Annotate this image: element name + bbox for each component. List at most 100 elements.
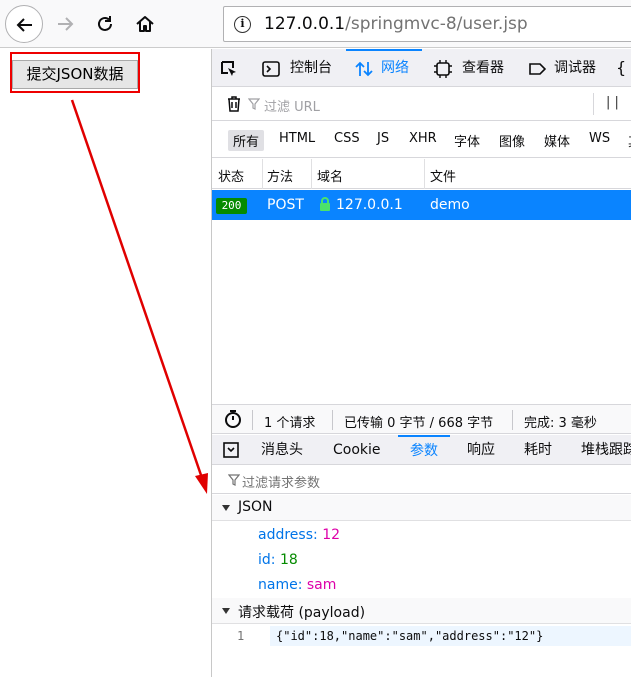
type-media[interactable]: 媒体 xyxy=(544,131,570,150)
type-font[interactable]: 字体 xyxy=(454,131,480,150)
param-value: sam xyxy=(306,577,337,593)
tab-stack-trace[interactable]: 堆栈跟踪 xyxy=(581,435,631,465)
tab-console[interactable]: 控制台 xyxy=(254,49,336,87)
request-type-filter: 所有 HTML CSS JS XHR 字体 图像 媒体 WS 其 xyxy=(212,122,631,158)
type-html[interactable]: HTML xyxy=(279,131,315,146)
browser-toolbar: i 127.0.0.1/springmvc-8/user.jsp xyxy=(0,0,631,48)
column-divider xyxy=(311,159,312,189)
info-icon[interactable]: i xyxy=(234,16,251,33)
tab-cookie[interactable]: Cookie xyxy=(333,435,381,465)
param-row-id: id: 18 xyxy=(258,552,298,568)
request-detail-tabs: 消息头 Cookie 参数 响应 耗时 堆栈跟踪 xyxy=(212,435,631,465)
payload-section-label: 请求载荷 (payload) xyxy=(238,605,366,621)
reload-button[interactable] xyxy=(86,5,124,43)
payload-code-row: 1 {"id":18,"name":"sam","address":"12"} xyxy=(212,626,631,648)
reload-icon xyxy=(98,16,112,31)
request-method: POST xyxy=(267,197,304,213)
debugger-icon xyxy=(529,63,546,75)
tab-inspector[interactable]: 查看器 xyxy=(426,49,516,87)
arrow-left-icon xyxy=(16,18,32,32)
console-icon xyxy=(262,61,280,77)
divider xyxy=(593,93,594,115)
param-value: 12 xyxy=(322,527,341,543)
type-image[interactable]: 图像 xyxy=(499,131,525,150)
json-section-header[interactable]: JSON xyxy=(212,495,631,521)
network-summary-bar: 1 个请求 已传输 0 字节 / 668 字节 完成: 3 毫秒 xyxy=(212,404,631,434)
back-button[interactable] xyxy=(5,5,43,43)
tab-inspector-label: 查看器 xyxy=(462,60,504,76)
collapse-triangle-icon xyxy=(222,505,230,511)
param-filter-input[interactable]: 过滤请求参数 xyxy=(242,472,320,491)
devtools-panel: 控制台 网络 查看器 调试器 { 过滤 URL | | 所有 HTML CSS … xyxy=(211,49,631,677)
type-xhr[interactable]: XHR xyxy=(409,131,437,146)
type-js[interactable]: JS xyxy=(377,131,389,146)
summary-request-count: 1 个请求 xyxy=(264,416,316,431)
inspector-icon xyxy=(434,60,452,78)
url-bar[interactable]: i 127.0.0.1/springmvc-8/user.jsp xyxy=(223,6,631,42)
tab-timings[interactable]: 耗时 xyxy=(524,435,552,465)
summary-finish-time: 完成: 3 毫秒 xyxy=(524,416,597,431)
trash-icon[interactable] xyxy=(226,95,242,113)
arrow-right-icon xyxy=(58,17,74,31)
lock-icon xyxy=(320,197,330,211)
request-file: demo xyxy=(430,197,470,213)
json-section-label: JSON xyxy=(238,499,273,515)
devtools-tabbar: 控制台 网络 查看器 调试器 { xyxy=(212,49,631,87)
tab-params[interactable]: 参数 xyxy=(398,435,450,465)
url-host: 127.0.0.1 xyxy=(264,14,346,34)
request-domain: 127.0.0.1 xyxy=(336,197,403,213)
submit-json-button[interactable]: 提交JSON数据 xyxy=(12,60,138,89)
divider xyxy=(332,410,333,430)
column-method[interactable]: 方法 xyxy=(267,166,293,185)
url-path: /springmvc-8/user.jsp xyxy=(345,14,528,34)
param-key: name xyxy=(258,577,298,593)
column-divider xyxy=(262,159,263,189)
column-file[interactable]: 文件 xyxy=(430,166,456,185)
home-button[interactable] xyxy=(126,5,164,43)
param-row-address: address: 12 xyxy=(258,527,341,543)
type-all[interactable]: 所有 xyxy=(228,130,265,151)
type-css[interactable]: CSS xyxy=(334,131,360,146)
tab-console-label: 控制台 xyxy=(290,60,332,76)
network-icon xyxy=(355,61,373,77)
line-number: 1 xyxy=(237,629,245,643)
network-filterbar: 过滤 URL | | xyxy=(212,87,631,121)
param-filter-bar[interactable]: 过滤请求参数 xyxy=(212,466,631,494)
page-content: 提交JSON数据 xyxy=(0,49,211,677)
table-row[interactable]: 200 POST 127.0.0.1 demo xyxy=(212,190,631,220)
param-key: address xyxy=(258,527,314,543)
pick-element-button[interactable] xyxy=(220,49,250,87)
status-badge: 200 xyxy=(216,198,247,214)
home-icon xyxy=(136,16,154,32)
filter-url-input[interactable]: 过滤 URL xyxy=(264,96,320,115)
pick-element-icon xyxy=(221,61,236,76)
tab-network-label: 网络 xyxy=(381,60,409,76)
column-domain[interactable]: 域名 xyxy=(317,166,343,185)
param-value: 18 xyxy=(279,552,298,568)
column-status[interactable]: 状态 xyxy=(218,166,244,185)
tab-debugger[interactable]: 调试器 xyxy=(522,49,608,87)
tab-network[interactable]: 网络 xyxy=(346,49,422,87)
request-table-header: 状态 方法 域名 文件 xyxy=(212,159,631,189)
divider xyxy=(252,410,253,430)
param-key: id xyxy=(258,552,271,568)
filter-icon xyxy=(228,474,240,486)
tab-response[interactable]: 响应 xyxy=(467,435,495,465)
column-divider xyxy=(424,159,425,189)
tab-debugger-label: 调试器 xyxy=(554,60,596,76)
payload-code[interactable]: {"id":18,"name":"sam","address":"12"} xyxy=(270,626,631,646)
type-ws[interactable]: WS xyxy=(589,131,610,146)
stopwatch-icon[interactable] xyxy=(224,409,242,429)
filter-icon xyxy=(248,98,260,110)
divider xyxy=(512,410,513,430)
summary-transferred: 已传输 0 字节 / 668 字节 xyxy=(344,416,494,431)
url-text: 127.0.0.1/springmvc-8/user.jsp xyxy=(264,14,528,34)
toggle-sidebar-icon[interactable] xyxy=(223,442,239,458)
forward-button[interactable] xyxy=(46,5,84,43)
style-editor-icon[interactable]: { xyxy=(616,49,631,87)
collapse-triangle-icon xyxy=(222,608,230,614)
param-row-name: name: sam xyxy=(258,577,337,593)
payload-section-header[interactable]: 请求载荷 (payload) xyxy=(212,598,631,624)
pause-button[interactable]: | | xyxy=(606,95,619,110)
tab-headers[interactable]: 消息头 xyxy=(261,435,303,465)
